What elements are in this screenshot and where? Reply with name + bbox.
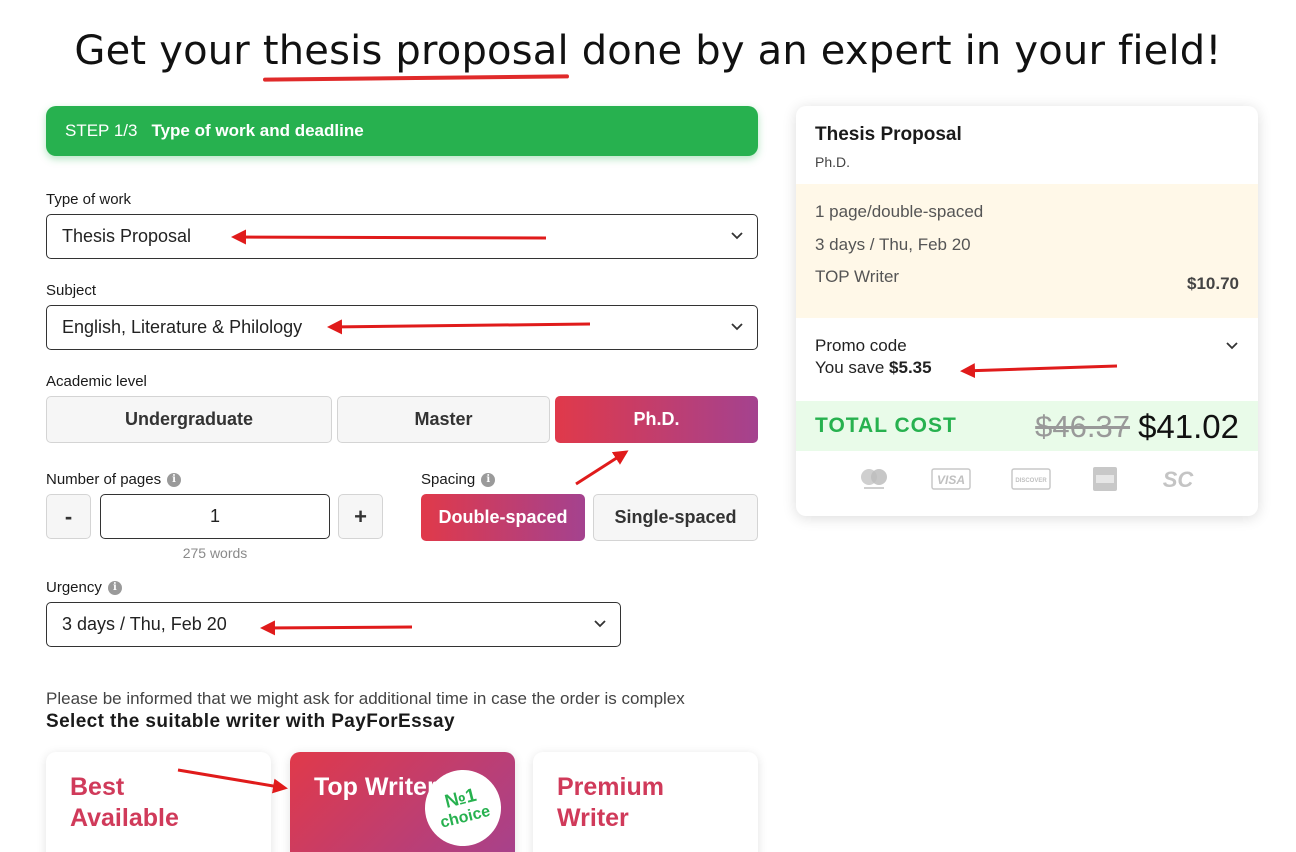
order-summary-card: Thesis Proposal Ph.D. 1 page/double-spac… [796,106,1258,516]
discover-icon: DISCOVER [1011,466,1051,492]
subject-label-text: Subject [46,282,97,299]
chevron-down-icon [594,620,606,628]
mastercard-icon [856,466,892,492]
discover-label: DISCOVER [1015,478,1047,484]
step-banner: STEP 1/3 Type of work and deadline [46,106,758,156]
promo-code-section[interactable]: Promo code You save $5.35 [815,336,932,378]
academic-level-label-text: Academic level [46,373,147,390]
step-number: STEP 1/3 [65,121,138,140]
title-highlight: thesis proposal [262,28,569,74]
info-icon[interactable]: i [167,472,182,487]
visa-icon: VISA [931,466,972,492]
double-spaced-button[interactable]: Double-spaced [421,494,585,541]
summary-details: 1 page/double-spaced 3 days / Thu, Feb 2… [796,184,1258,318]
subject-select[interactable]: English, Literature & Philology [46,305,758,350]
type-of-work-label: Type of work [46,191,131,208]
info-icon[interactable]: i [107,580,122,595]
pages-input[interactable]: 1 [100,494,330,539]
writer-card-title: Best Available [70,773,179,832]
level-undergraduate-button[interactable]: Undergraduate [46,396,332,443]
promo-code-label: Promo code [815,336,907,355]
step-title: Type of work and deadline [151,121,364,140]
chevron-down-icon[interactable] [1225,338,1239,352]
amex-icon [1091,466,1119,492]
type-of-work-select[interactable]: Thesis Proposal [46,214,758,259]
total-cost-row: TOTAL COST $46.37 $41.02 [796,401,1258,451]
single-spaced-button[interactable]: Single-spaced [593,494,758,541]
page-title: Get your thesis proposal done by an expe… [0,28,1296,74]
writer-card-title: Premium Writer [557,773,664,832]
pages-label: Number of pages i [46,471,182,488]
order-notice: Please be informed that we might ask for… [46,689,685,708]
promo-save-prefix: You save [815,358,890,377]
sc-icon: SC [1158,466,1198,492]
promo-save-amount: $5.35 [889,358,932,377]
urgency-value: 3 days / Thu, Feb 20 [62,614,227,634]
words-count: 275 words [182,545,248,561]
urgency-select[interactable]: 3 days / Thu, Feb 20 [46,602,621,647]
total-cost-label: TOTAL COST [815,414,957,437]
pages-increment-button[interactable]: + [338,494,383,539]
spacing-label-text: Spacing [421,471,476,488]
arrow-phd [575,450,629,486]
title-post: done by an expert in your field! [568,28,1222,74]
level-phd-button[interactable]: Ph.D. [555,396,758,443]
subject-label: Subject [46,282,96,299]
subject-value: English, Literature & Philology [62,317,303,337]
total-old-price: $46.37 [1035,409,1130,444]
summary-level: Ph.D. [815,154,851,170]
writer-heading: Select the suitable writer with PayForEs… [46,711,455,732]
pages-decrement-button[interactable]: - [46,494,91,539]
summary-header: Thesis Proposal Ph.D. [796,106,1258,184]
total-new-price: $41.02 [1138,408,1239,445]
summary-detail-writer: TOP Writer [815,267,900,286]
level-master-button[interactable]: Master [337,396,550,443]
title-pre: Get your [74,28,263,74]
summary-price: $10.70 [1187,274,1239,293]
spacing-label: Spacing i [421,471,496,488]
writer-card-premium-writer[interactable]: Premium Writer [533,752,758,852]
writer-card-best-available[interactable]: Best Available [46,752,271,852]
visa-label: VISA [937,473,965,487]
summary-title: Thesis Proposal [815,124,962,145]
writer-card-top-writer[interactable]: Top Writer №1 choice [290,752,515,852]
urgency-label-text: Urgency [46,579,102,596]
info-icon[interactable]: i [481,472,496,487]
urgency-label: Urgency i [46,579,122,596]
chevron-down-icon [731,323,743,331]
summary-detail-pages: 1 page/double-spaced [815,202,984,221]
type-of-work-value: Thesis Proposal [62,226,192,246]
payment-methods: VISA DISCOVER SC [796,451,1258,507]
promo-savings: You save $5.35 [815,358,932,378]
pages-label-text: Number of pages [46,471,162,488]
academic-level-label: Academic level [46,373,147,390]
chevron-down-icon [731,232,743,240]
summary-detail-deadline: 3 days / Thu, Feb 20 [815,234,971,254]
sc-label: SC [1163,467,1195,492]
type-of-work-label-text: Type of work [46,191,132,208]
